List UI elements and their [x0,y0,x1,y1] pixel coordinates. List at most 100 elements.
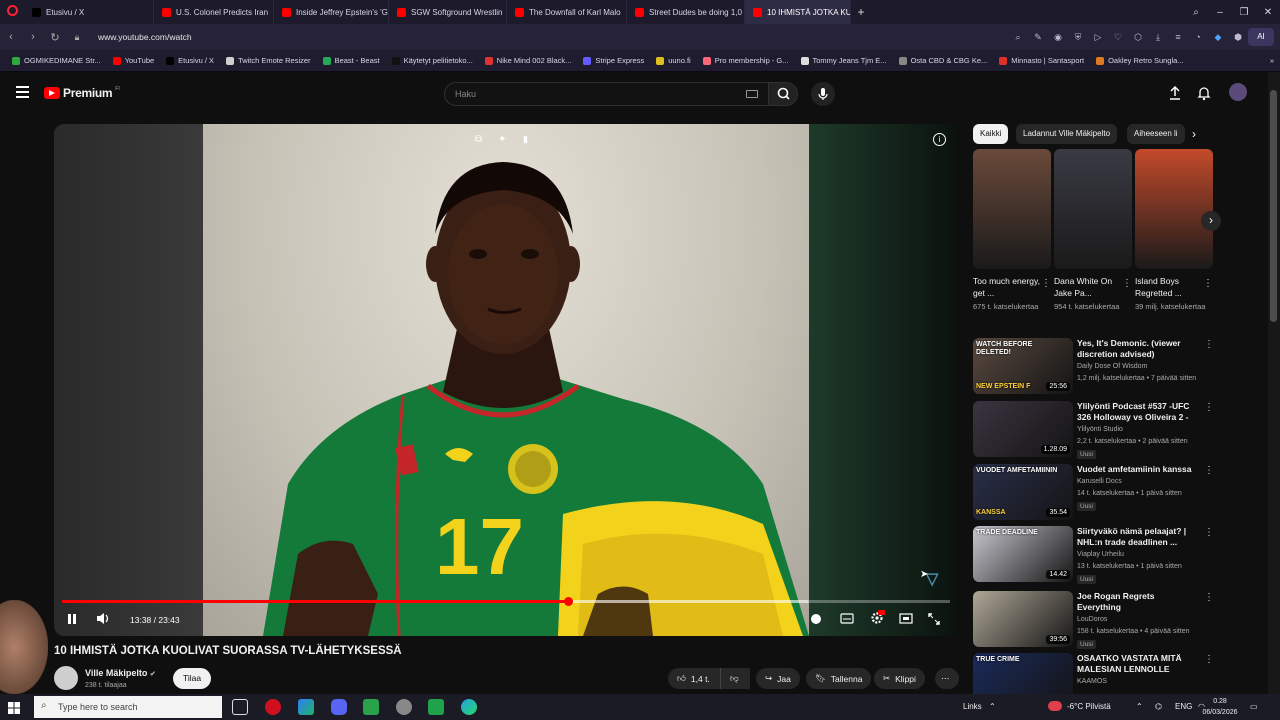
search-tabs-icon[interactable]: ⌕ [1184,7,1208,18]
close-window-button[interactable]: ✕ [1256,7,1280,18]
wallet-icon[interactable]: ⬢ [1228,32,1248,43]
bookmark-item[interactable]: Beast - Beast [317,56,386,65]
bookmark-item[interactable]: uuno.fi [650,56,697,65]
ai-button[interactable]: AI [1248,28,1274,46]
channel-name[interactable]: Karuselli Docs [1077,478,1122,485]
channel-name[interactable]: Daily Dose Of Wisdom [1077,363,1147,370]
video-thumbnail[interactable]: 1.28.09 [973,401,1073,457]
bookmark-item[interactable]: Minnasto | Santasport [993,56,1090,65]
bookmark-item[interactable]: Oakley Retro Sungla... [1090,56,1189,65]
app-icon-3[interactable] [396,699,412,715]
bookmark-item[interactable]: Tommy Jeans Tjm E... [795,56,893,65]
recommended-video[interactable]: 1.28.09 Ylilyönti Podcast #537 -UFC 326 H… [973,401,1214,459]
url-field[interactable]: www.youtube.com/watch [98,32,192,42]
taskbar-links[interactable]: Links [963,694,982,720]
fullscreen-button[interactable] [928,613,940,628]
download-icon[interactable]: ⤓ [1148,32,1168,43]
app-icon-4[interactable] [428,699,444,715]
more-vertical-icon[interactable]: ⋮ [1204,592,1214,603]
video-title[interactable]: Joe Rogan Regrets Everything [1077,591,1195,613]
short-card[interactable]: Dana White On Jake Pa... 954 t. katseluke… [1054,149,1132,312]
task-view-icon[interactable] [232,699,248,715]
windows-start-icon[interactable] [8,701,20,714]
app-icon-1[interactable] [298,699,314,715]
video-thumbnail[interactable]: TRADE DEADLINE 14.42 [973,526,1073,582]
browser-tab[interactable]: 10 IHMISTÄ JOTKA KU [745,0,851,24]
recommended-video[interactable]: VUODET AMFETAMIININ KANSSA 35.54 Vuodet amf… [973,464,1214,522]
back-button[interactable]: ‹ [0,31,22,43]
bookmark-item[interactable]: Twitch Emote Resizer [220,56,317,65]
voice-search-button[interactable] [811,82,835,106]
video-player[interactable]: 17 ⧉ ✦ ▮ i ▽ ➤ 13:38 / 23:43 [54,124,958,636]
maximize-button[interactable]: ❐ [1232,7,1256,18]
lens-search-icon[interactable]: ⌕ [1008,32,1028,43]
channel-name[interactable]: Ylilyönti Studio [1077,426,1123,433]
short-thumbnail[interactable] [1054,149,1132,269]
bookmark-item[interactable]: Nike Mind 002 Black... [479,56,578,65]
share-button[interactable]: ↪ Jaa [756,668,800,689]
short-title[interactable]: Dana White On Jake Pa... [1054,275,1132,299]
channel-name[interactable]: Ville Mäkipelto ✔ [85,668,156,678]
chip-related[interactable]: Aiheeseen li [1127,124,1185,144]
more-vertical-icon[interactable]: ⋮ [1204,654,1214,665]
bookmark-item[interactable]: Pro membership - G... [697,56,795,65]
hamburger-menu-icon[interactable] [16,86,29,98]
theater-mode-button[interactable] [899,613,913,627]
notifications-icon[interactable]: ▭ [1250,694,1258,720]
chevron-right-icon[interactable]: › [1192,127,1196,141]
chip-all[interactable]: Kaikki [973,124,1009,144]
more-vertical-icon[interactable]: ⋮ [1041,278,1051,289]
clock[interactable]: 0.28 06/03/2026 [1200,696,1240,718]
app-icon-2[interactable] [363,699,379,715]
extension-icon[interactable]: ◆ [1208,32,1228,43]
cinema-icon[interactable]: ▮ [523,134,528,145]
keyboard-icon[interactable] [746,90,758,98]
video-title[interactable]: Siirtyväkö nämä pelaajat? | NHL:n trade … [1077,526,1195,548]
lock-icon[interactable]: 🔒︎ [66,32,88,43]
channel-name[interactable]: Viaplay Urheilu [1077,551,1124,558]
save-button[interactable]: 🔖︎ Tallenna [806,668,872,689]
channel-name[interactable]: LouDoros [1077,616,1107,623]
browser-tab[interactable]: Etusivu / X [24,0,154,24]
weather-text[interactable]: -6°C Pilvistä [1067,694,1111,720]
bookmark-item[interactable]: Käytetyt pelitietoko... [386,56,479,65]
video-title[interactable]: Ylilyönti Podcast #537 -UFC 326 Holloway… [1077,401,1195,423]
browser-tab[interactable]: U.S. Colonel Predicts Iran [154,0,274,24]
network-icon[interactable]: ⌬ [1155,694,1162,720]
account-avatar[interactable] [1229,83,1247,101]
bookmark-item[interactable]: YouTube [107,56,160,65]
opera-logo-icon[interactable] [0,3,24,21]
heart-icon[interactable]: ♡ [1108,32,1128,43]
forward-button[interactable]: › [22,31,44,43]
more-vertical-icon[interactable]: ⋮ [1122,278,1132,289]
bookmarks-overflow-icon[interactable]: » [1264,56,1280,65]
youtube-premium-logo[interactable]: Premium FI [44,86,120,100]
play-icon[interactable]: ▷ [1088,32,1108,43]
search-input[interactable]: Haku [444,82,770,106]
profile-icon[interactable]: ◔ [1188,32,1208,42]
channel-avatar[interactable] [54,666,78,690]
video-title[interactable]: OSAATKO VASTATA MITÄ MALESIAN LENNOLLE M… [1077,653,1195,675]
more-vertical-icon[interactable]: ⋮ [1204,402,1214,413]
reload-icon[interactable]: ↻ [44,31,66,44]
video-title[interactable]: Vuodet amfetamiinin kanssa [1077,464,1195,475]
progress-bar[interactable] [62,597,950,606]
language-indicator[interactable]: ENG [1175,694,1192,720]
search-button[interactable] [768,82,798,106]
more-vertical-icon[interactable]: ⋮ [1204,339,1214,350]
opera-gx-icon[interactable] [265,699,281,715]
edit-icon[interactable]: ✎ [1028,32,1048,43]
video-thumbnail[interactable]: VUODET AMFETAMIININ KANSSA 35.54 [973,464,1073,520]
camera-icon[interactable]: ◉ [1048,32,1068,43]
tray-expand-icon[interactable]: ⌃ [1136,694,1143,720]
upload-icon[interactable] [1168,85,1182,106]
shield-icon[interactable]: ⛨ [1068,32,1088,43]
video-thumbnail[interactable]: WATCH BEFORE DELETED! NEW EPSTEIN F 25:56 [973,338,1073,394]
pause-button[interactable] [67,613,77,628]
discord-icon[interactable] [331,699,347,715]
new-tab-button[interactable]: + [851,5,871,19]
subtitles-button[interactable] [840,613,854,627]
recommended-video[interactable]: TRADE DEADLINE 14.42 Siirtyväkö nämä pelaa… [973,526,1214,584]
more-vertical-icon[interactable]: ⋮ [1203,278,1213,289]
taskbar-search-input[interactable]: Type here to search [34,696,222,718]
